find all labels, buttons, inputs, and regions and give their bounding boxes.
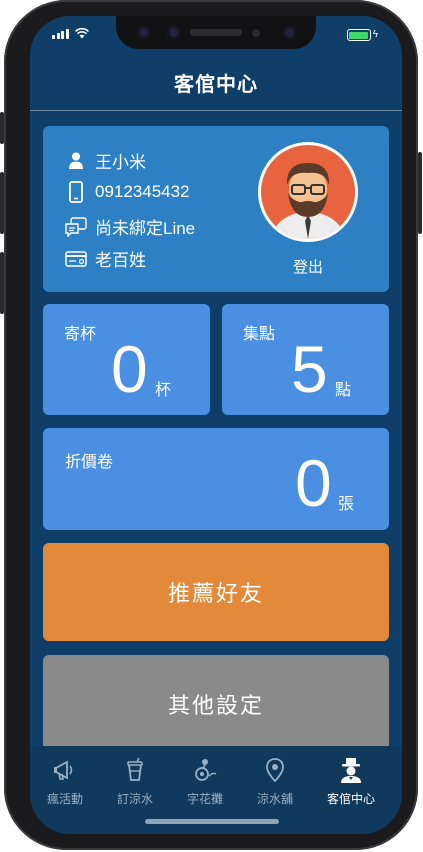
points-label: 集點 <box>243 326 276 343</box>
profile-level-row: 老百姓 <box>65 246 146 271</box>
location-pin-icon <box>266 758 284 783</box>
tab-customer-center[interactable]: 客倌中心 <box>316 756 386 807</box>
volume-up-button <box>0 172 4 234</box>
battery-icon: ϟ <box>346 29 378 41</box>
megaphone-icon <box>54 760 73 780</box>
drink-cup-icon <box>127 757 143 781</box>
mobile-phone-icon <box>65 181 87 203</box>
app-screen: ϟ 客倌中心 王小米 0912345432 尚未綁定Line 老百姓 登出 寄杯… <box>30 16 402 834</box>
person-icon <box>65 150 87 172</box>
coupons-unit: 張 <box>338 496 355 513</box>
profile-phone: 0912345432 <box>95 182 190 201</box>
profile-name-row: 王小米 <box>65 148 146 173</box>
user-hat-icon <box>341 758 361 783</box>
tab-order-drinks-label: 訂涼水 <box>116 792 153 806</box>
profile-member-level: 老百姓 <box>95 251 146 270</box>
coupons-value: 0 <box>295 446 332 520</box>
member-card-icon <box>65 248 87 270</box>
chat-bubbles-icon <box>65 216 87 238</box>
points-value: 5 <box>291 332 328 406</box>
profile-line-row[interactable]: 尚未綁定Line <box>65 214 195 239</box>
power-button <box>418 152 422 234</box>
tab-store-locations-label: 涼水舖 <box>256 792 293 806</box>
profile-card: 王小米 0912345432 尚未綁定Line 老百姓 登出 <box>43 126 389 292</box>
stored-cups-value: 0 <box>111 332 148 406</box>
logout-button[interactable]: 登出 <box>258 256 358 277</box>
stored-cups-card[interactable]: 寄杯 0 杯 <box>43 304 210 415</box>
stored-cups-unit: 杯 <box>155 382 172 399</box>
page-title: 客倌中心 <box>174 74 258 96</box>
home-indicator[interactable] <box>145 819 279 824</box>
tab-order-drinks[interactable]: 訂涼水 <box>100 756 170 807</box>
points-unit: 點 <box>335 382 352 399</box>
profile-phone-row: 0912345432 <box>65 181 190 203</box>
header-divider <box>30 110 402 111</box>
other-settings-button[interactable]: 其他設定 <box>43 655 389 753</box>
profile-line-status: 尚未綁定Line <box>95 219 196 238</box>
profile-name: 王小米 <box>95 153 146 172</box>
flower-vendor-icon <box>195 759 217 781</box>
tab-customer-center-label: 客倌中心 <box>326 792 375 806</box>
points-card[interactable]: 集點 5 點 <box>222 304 389 415</box>
bearded-man-avatar-icon <box>261 145 355 239</box>
signal-icon <box>52 29 69 39</box>
tab-events-label: 瘋活動 <box>46 792 83 806</box>
phone-frame: ϟ 客倌中心 王小米 0912345432 尚未綁定Line 老百姓 登出 寄杯… <box>0 0 422 850</box>
tab-store-locations[interactable]: 涼水舖 <box>240 756 310 807</box>
wifi-icon <box>74 28 89 39</box>
avatar <box>258 142 358 242</box>
volume-down-button <box>0 252 4 314</box>
status-bar-left <box>52 28 89 39</box>
mute-switch <box>0 112 4 144</box>
tab-flower-stall[interactable]: 字花攤 <box>170 756 240 807</box>
device-notch <box>116 16 316 49</box>
tab-events[interactable]: 瘋活動 <box>30 756 100 807</box>
coupons-label: 折價卷 <box>65 454 114 471</box>
coupons-card[interactable]: 折價卷 0 張 <box>43 428 389 530</box>
recommend-friend-button[interactable]: 推薦好友 <box>43 543 389 641</box>
stored-cups-label: 寄杯 <box>64 326 97 343</box>
tab-flower-stall-label: 字花攤 <box>186 792 223 806</box>
